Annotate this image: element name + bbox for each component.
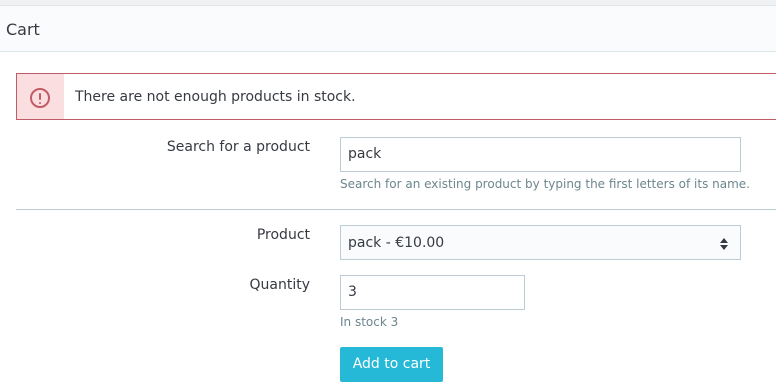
search-label: Search for a product bbox=[166, 139, 310, 155]
product-select-value: pack - €10.00 bbox=[348, 235, 445, 251]
search-help-text: Search for an existing product by typing… bbox=[340, 177, 750, 191]
alert-icon-box bbox=[17, 74, 64, 119]
search-input[interactable]: pack bbox=[340, 137, 741, 172]
section-divider bbox=[16, 209, 776, 210]
quantity-label: Quantity bbox=[249, 277, 311, 293]
quantity-input[interactable]: 3 bbox=[340, 275, 525, 310]
error-circle-icon bbox=[30, 88, 50, 108]
add-to-cart-button[interactable]: Add to cart bbox=[340, 347, 443, 382]
stock-help-text: In stock 3 bbox=[340, 315, 399, 329]
stock-error-alert: There are not enough products in stock. bbox=[16, 73, 776, 120]
select-arrows-icon bbox=[720, 238, 728, 250]
product-select[interactable]: pack - €10.00 bbox=[340, 225, 741, 260]
panel-title: Cart bbox=[6, 20, 40, 39]
search-input-value: pack bbox=[348, 146, 382, 162]
panel-header: Cart bbox=[0, 6, 776, 52]
product-label: Product bbox=[256, 227, 310, 243]
quantity-input-value: 3 bbox=[348, 284, 357, 300]
alert-message: There are not enough products in stock. bbox=[75, 89, 356, 105]
